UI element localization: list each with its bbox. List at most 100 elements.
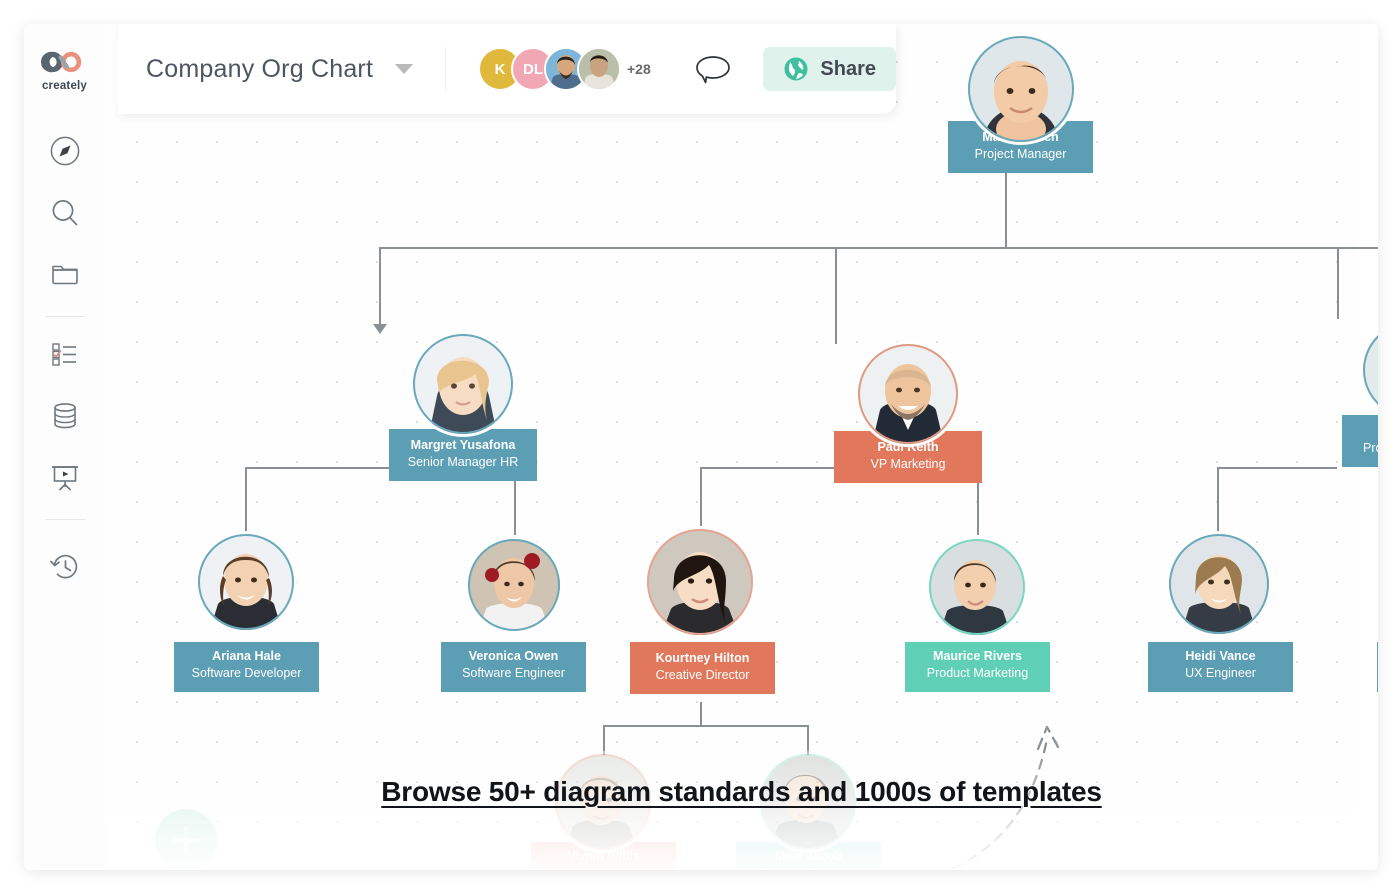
org-node-card: Veronica Owen Software Engineer (441, 642, 586, 692)
collaborator-avatars[interactable]: K DL +28 (478, 47, 651, 91)
sidebar-divider-1 (44, 316, 85, 317)
org-node-ariana[interactable]: Ariana Hale Software Developer (167, 534, 332, 692)
connector-drop-vivien (603, 725, 605, 755)
brand-name: creately (41, 80, 88, 92)
connector-kourtney-bus (603, 725, 807, 727)
search-icon (52, 200, 77, 226)
org-node-role: Project Manager (974, 147, 1067, 162)
database-icon (53, 403, 76, 429)
globe-icon (784, 57, 808, 81)
org-node-vivien[interactable]: Vivien Willis Video Production (525, 754, 690, 870)
org-node-role: Graphic Designer (760, 865, 857, 870)
connector-drop-kourtney (700, 467, 702, 535)
org-node-role: Video Production (556, 865, 651, 870)
avatar-photo (579, 49, 619, 89)
org-node-role: UX Engineer (1185, 666, 1256, 681)
org-node-name: Heidi Vance (1185, 649, 1256, 664)
avatar-ring (1363, 322, 1378, 418)
org-node-heidi[interactable]: Heidi Vance UX Engineer (1140, 534, 1305, 692)
org-node-card: Margret Yusafona Senior Manager HR (389, 429, 537, 481)
avatar-ring (413, 334, 513, 434)
avatar-ring (1169, 534, 1269, 634)
connector-drop-margret (379, 247, 381, 329)
connector-kourtney-stem (700, 702, 702, 726)
org-node-role: Software Engineer (462, 666, 565, 681)
org-node-name: Maurice Rivers (933, 649, 1022, 664)
org-node-card: Heidi Vance UX Engineer (1148, 642, 1293, 692)
org-node-role: Software Developer (191, 666, 302, 681)
org-node-role: Creative Director (655, 668, 750, 683)
org-node-name: Kourtney Hilton (655, 651, 750, 666)
avatar-ring (647, 529, 753, 635)
comment-button[interactable] (693, 49, 734, 89)
org-node-mike[interactable]: Mike Jacob Graphic Designer (730, 754, 895, 870)
avatar-ring (858, 344, 958, 444)
avatar-overflow-count: +28 (627, 61, 651, 77)
sidebar-item-tasks[interactable] (42, 331, 88, 377)
org-node-name: Vivien Willis (567, 849, 640, 864)
org-node-mack[interactable]: Mack French Project Manager (925, 36, 1093, 176)
brand-logo[interactable]: creately (40, 49, 89, 92)
avatar-initials: K (494, 60, 506, 78)
org-node-role: Product Manager (1363, 441, 1378, 456)
avatar-ring (929, 539, 1025, 635)
sidebar-item-folders[interactable] (42, 252, 88, 298)
document-title[interactable]: Company Org Chart (146, 55, 373, 84)
org-node-partial-right[interactable] (1377, 642, 1378, 692)
org-node-role: Senior Manager HR (407, 455, 519, 470)
avatar-ring (468, 539, 560, 631)
org-node-paul[interactable]: Paul Keith VP Marketing (760, 344, 982, 494)
compass-icon (50, 136, 79, 166)
top-toolbar: Company Org Chart K DL +28 Share (118, 24, 896, 114)
checklist-icon (51, 343, 76, 366)
arrowhead-margret (373, 324, 387, 334)
dashed-curved-arrow (945, 725, 1060, 870)
share-button[interactable]: Share (763, 47, 896, 91)
add-shape-button[interactable] (155, 809, 217, 870)
avatar[interactable] (577, 47, 621, 91)
org-node-card: Kourtney Hilton Creative Director (630, 642, 775, 694)
org-node-name: Margret Yusafona (410, 438, 516, 453)
creately-infinity-logo (40, 51, 81, 73)
org-node-maurice[interactable]: Maurice Rivers Product Marketing (900, 539, 1065, 692)
sidebar-nav (24, 120, 105, 598)
connector-drop-heidi (1217, 467, 1219, 535)
chevron-down-icon[interactable] (395, 64, 414, 74)
sidebar-item-data[interactable] (42, 393, 88, 439)
org-node-ann[interactable]: Ann Leroy Product Manager (1260, 322, 1378, 472)
connector-drop-ariana (245, 467, 247, 535)
connector-drop-ann (1337, 247, 1339, 319)
connector-drop-paul (835, 247, 837, 344)
org-node-name: Ariana Hale (212, 649, 281, 664)
org-node-role: Product Marketing (926, 666, 1029, 681)
presentation-icon (51, 466, 78, 491)
org-node-kourtney[interactable]: Kourtney Hilton Creative Director (615, 529, 790, 694)
creately-app-window: creately Mack Project Manager Margret Yu… (24, 24, 1378, 870)
sidebar-divider-2 (44, 519, 85, 520)
org-node-card (1377, 642, 1378, 692)
sidebar-item-present[interactable] (42, 455, 88, 501)
org-node-card: Ann Leroy Product Manager (1342, 415, 1378, 467)
sidebar-item-search[interactable] (42, 190, 88, 236)
avatar-ring (968, 36, 1074, 142)
connector-drop-mike (807, 725, 809, 755)
sidebar-item-history[interactable] (42, 544, 88, 590)
left-sidebar: creately (24, 24, 106, 870)
folder-icon (51, 265, 78, 285)
comment-bubble-icon (696, 56, 730, 84)
avatar-initials: DL (523, 60, 543, 78)
avatar-ring (760, 754, 856, 850)
sidebar-item-explore[interactable] (42, 128, 88, 174)
avatar-ring (198, 534, 294, 630)
org-node-veronica[interactable]: Veronica Owen Software Engineer (435, 539, 600, 692)
diagram-canvas[interactable]: Mack French Project Manager (105, 24, 1378, 870)
toolbar-divider (445, 47, 446, 91)
org-node-role: VP Marketing (870, 457, 946, 472)
connector-level1-bus (379, 247, 1378, 249)
avatar-ring (555, 754, 651, 850)
org-node-card: Ariana Hale Software Developer (174, 642, 319, 692)
share-label: Share (820, 57, 876, 80)
org-node-name: Mike Jacob (774, 849, 843, 864)
org-node-name: Veronica Owen (468, 649, 559, 664)
org-node-margret[interactable]: Margret Yusafona Senior Manager HR (305, 334, 537, 484)
